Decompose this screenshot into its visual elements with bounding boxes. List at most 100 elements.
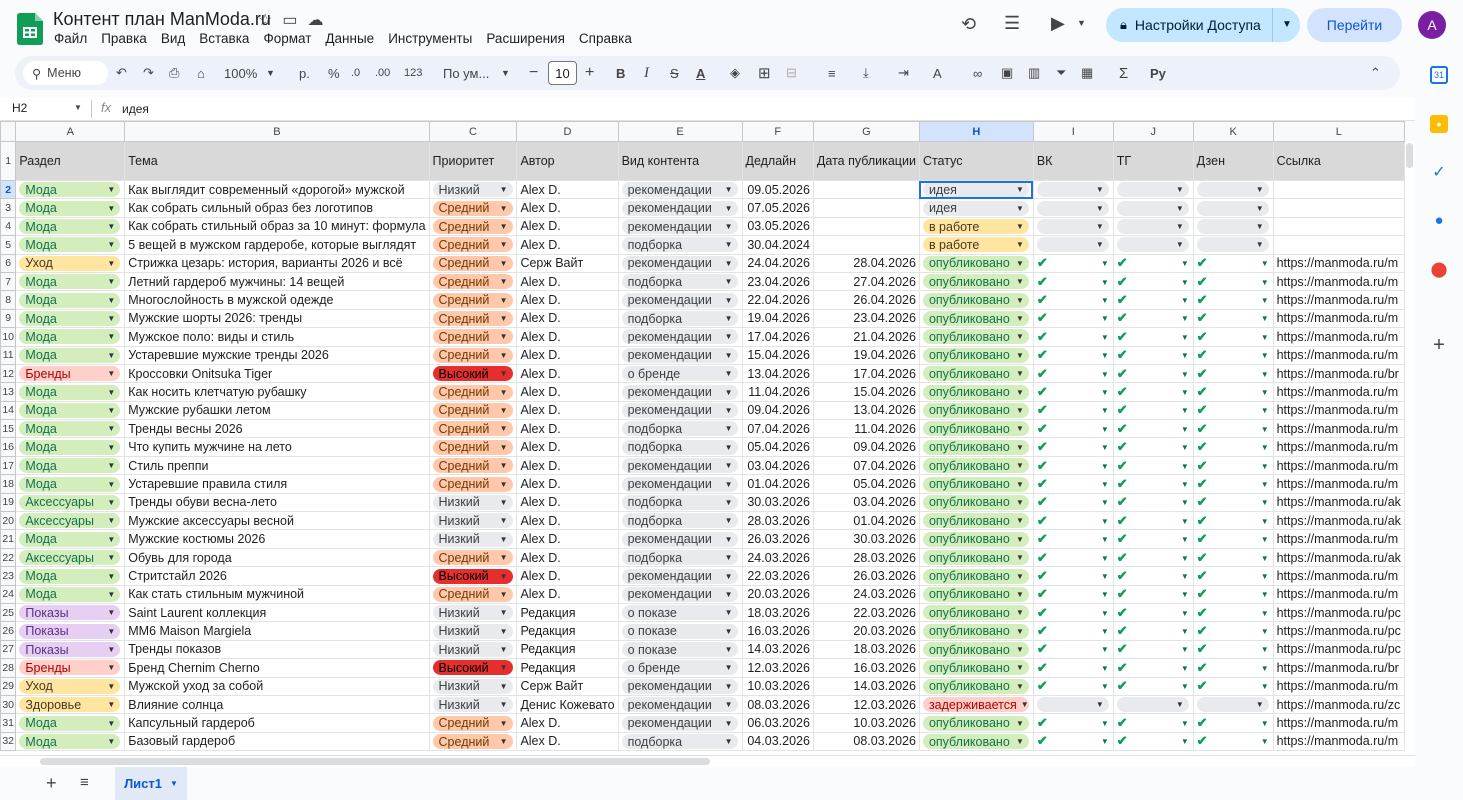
vk-check[interactable]: ✔ ▼ bbox=[1037, 329, 1109, 345]
merge-icon[interactable]: ⊟ bbox=[786, 56, 797, 90]
column-header-e[interactable]: E bbox=[617, 121, 743, 142]
tg-cell[interactable]: ✔ ▼ bbox=[1112, 290, 1194, 310]
author-cell[interactable]: Alex D. bbox=[516, 492, 619, 513]
author-cell[interactable]: Редакция bbox=[516, 621, 619, 641]
priority-cell[interactable]: Средний ▼ bbox=[428, 455, 518, 476]
deadline-cell[interactable]: 03.04.2026 bbox=[741, 455, 814, 476]
move-folder-icon[interactable]: ▭ bbox=[282, 10, 297, 30]
vk-cell[interactable]: ✔ ▼ bbox=[1032, 308, 1114, 329]
priority-chip[interactable]: Низкий ▼ bbox=[432, 623, 513, 639]
menu-file[interactable]: Файл bbox=[54, 31, 87, 46]
column-title-cell[interactable]: Вид контента bbox=[617, 141, 743, 181]
topic-cell[interactable]: Мужские аксессуары весной bbox=[124, 511, 430, 531]
author-cell[interactable]: Alex D. bbox=[516, 235, 619, 255]
vk-check[interactable]: ✔ ▼ bbox=[1037, 402, 1109, 418]
priority-chip[interactable]: Средний ▼ bbox=[432, 734, 513, 750]
dzen-check[interactable]: ✔ ▼ bbox=[1197, 421, 1269, 437]
dzen-cell[interactable]: ▼ bbox=[1192, 235, 1274, 255]
priority-chip[interactable]: Средний ▼ bbox=[432, 421, 513, 437]
content-type-cell[interactable]: подборка ▼ bbox=[617, 308, 743, 329]
status-cell[interactable]: опубликовано ▼ bbox=[918, 290, 1034, 310]
status-chip[interactable]: опубликовано ▼ bbox=[922, 715, 1029, 731]
topic-cell[interactable]: Бренд Chernim Cherno bbox=[124, 658, 430, 678]
deadline-cell[interactable]: 30.03.2026 bbox=[741, 492, 814, 513]
dzen-cell[interactable]: ✔ ▼ bbox=[1192, 345, 1274, 365]
column-title-cell[interactable]: Дедлайн bbox=[741, 141, 814, 181]
tg-dropdown[interactable]: ▼ bbox=[1116, 182, 1189, 198]
zoom-dropdown-icon[interactable]: ▼ bbox=[266, 56, 275, 90]
tg-cell[interactable]: ✔ ▼ bbox=[1112, 529, 1194, 549]
priority-chip[interactable]: Средний ▼ bbox=[432, 476, 513, 492]
topic-cell[interactable]: Как стать стильным мужчиной bbox=[124, 584, 430, 604]
tg-check[interactable]: ✔ ▼ bbox=[1117, 329, 1189, 345]
section-chip[interactable]: Мода ▼ bbox=[19, 200, 121, 216]
tg-cell[interactable]: ▼ bbox=[1112, 198, 1194, 218]
published-date-cell[interactable]: 16.03.2026 bbox=[812, 658, 920, 678]
content-type-chip[interactable]: рекомендации ▼ bbox=[621, 678, 738, 694]
status-chip[interactable]: опубликовано ▼ bbox=[922, 402, 1029, 418]
content-type-chip[interactable]: о показе ▼ bbox=[621, 605, 738, 621]
topic-cell[interactable]: 5 вещей в мужском гардеробе, которые выг… bbox=[124, 235, 430, 255]
sheet-tab-dropdown-icon[interactable]: ▼ bbox=[170, 779, 178, 788]
column-header-a[interactable]: A bbox=[15, 121, 126, 142]
dzen-cell[interactable]: ✔ ▼ bbox=[1192, 271, 1274, 292]
content-type-chip[interactable]: рекомендации ▼ bbox=[621, 568, 738, 584]
status-cell[interactable]: опубликовано ▼ bbox=[918, 253, 1034, 273]
tg-cell[interactable]: ✔ ▼ bbox=[1112, 474, 1194, 494]
status-cell[interactable]: опубликовано ▼ bbox=[918, 327, 1034, 347]
tg-check[interactable]: ✔ ▼ bbox=[1117, 660, 1189, 676]
author-cell[interactable]: Alex D. bbox=[516, 308, 619, 329]
vk-cell[interactable]: ✔ ▼ bbox=[1032, 529, 1114, 549]
priority-cell[interactable]: Средний ▼ bbox=[428, 253, 518, 273]
topic-cell[interactable]: Кроссовки Onitsuka Tiger bbox=[124, 363, 430, 384]
dzen-cell[interactable]: ✔ ▼ bbox=[1192, 584, 1274, 604]
bold-icon[interactable]: B bbox=[616, 56, 625, 90]
vk-check[interactable]: ✔ ▼ bbox=[1037, 550, 1109, 566]
dzen-check[interactable]: ✔ ▼ bbox=[1197, 715, 1269, 731]
redo-icon[interactable]: ↷ bbox=[143, 56, 154, 90]
deadline-cell[interactable]: 15.04.2026 bbox=[741, 345, 814, 365]
dzen-cell[interactable]: ✔ ▼ bbox=[1192, 658, 1274, 678]
tg-check[interactable]: ✔ ▼ bbox=[1117, 605, 1189, 621]
status-chip[interactable]: опубликовано ▼ bbox=[922, 586, 1029, 602]
dzen-cell[interactable]: ✔ ▼ bbox=[1192, 382, 1274, 402]
dzen-cell[interactable]: ✔ ▼ bbox=[1192, 511, 1274, 531]
tg-check[interactable]: ✔ ▼ bbox=[1117, 292, 1189, 308]
vk-check[interactable]: ✔ ▼ bbox=[1037, 605, 1109, 621]
section-cell[interactable]: Мода ▼ bbox=[15, 179, 126, 200]
vk-check[interactable]: ✔ ▼ bbox=[1037, 733, 1109, 749]
section-cell[interactable]: Уход ▼ bbox=[15, 676, 126, 696]
dzen-dropdown[interactable]: ▼ bbox=[1196, 219, 1269, 235]
link-cell[interactable]: https://manmoda.ru/ak bbox=[1272, 547, 1405, 568]
status-chip[interactable]: опубликовано ▼ bbox=[922, 311, 1029, 327]
row-header[interactable]: 2 bbox=[0, 179, 17, 200]
priority-chip[interactable]: Средний ▼ bbox=[432, 715, 513, 731]
tg-check[interactable]: ✔ ▼ bbox=[1117, 458, 1189, 474]
deadline-cell[interactable]: 05.04.2026 bbox=[741, 437, 814, 457]
column-title-cell[interactable]: Автор bbox=[516, 141, 619, 181]
percent-format[interactable]: % bbox=[328, 56, 340, 90]
tg-cell[interactable]: ✔ ▼ bbox=[1112, 676, 1194, 696]
vk-cell[interactable]: ▼ bbox=[1032, 216, 1114, 237]
dzen-check[interactable]: ✔ ▼ bbox=[1197, 366, 1269, 382]
priority-chip[interactable]: Средний ▼ bbox=[432, 439, 513, 455]
priority-chip[interactable]: Средний ▼ bbox=[432, 274, 513, 290]
dzen-check[interactable]: ✔ ▼ bbox=[1197, 494, 1269, 510]
vk-cell[interactable]: ▼ bbox=[1032, 179, 1114, 200]
vk-cell[interactable]: ✔ ▼ bbox=[1032, 731, 1114, 752]
section-chip[interactable]: Мода ▼ bbox=[19, 439, 121, 455]
column-title-cell[interactable]: Приоритет bbox=[428, 141, 518, 181]
cloud-icon[interactable]: ☁ bbox=[307, 10, 323, 30]
row-header[interactable]: 31 bbox=[0, 713, 17, 733]
vk-check[interactable]: ✔ ▼ bbox=[1037, 274, 1109, 290]
status-chip[interactable]: опубликовано ▼ bbox=[922, 255, 1029, 271]
vk-cell[interactable]: ✔ ▼ bbox=[1032, 345, 1114, 365]
meet-icon[interactable]: ▶ bbox=[1051, 13, 1065, 34]
author-cell[interactable]: Alex D. bbox=[516, 271, 619, 292]
link-cell[interactable]: https://manmoda.ru/ak bbox=[1272, 492, 1405, 513]
dzen-check[interactable]: ✔ ▼ bbox=[1197, 476, 1269, 492]
status-chip[interactable]: опубликовано ▼ bbox=[922, 623, 1029, 639]
vk-check[interactable]: ✔ ▼ bbox=[1037, 678, 1109, 694]
content-type-cell[interactable]: рекомендации ▼ bbox=[617, 327, 743, 347]
tg-dropdown[interactable]: ▼ bbox=[1116, 219, 1189, 235]
